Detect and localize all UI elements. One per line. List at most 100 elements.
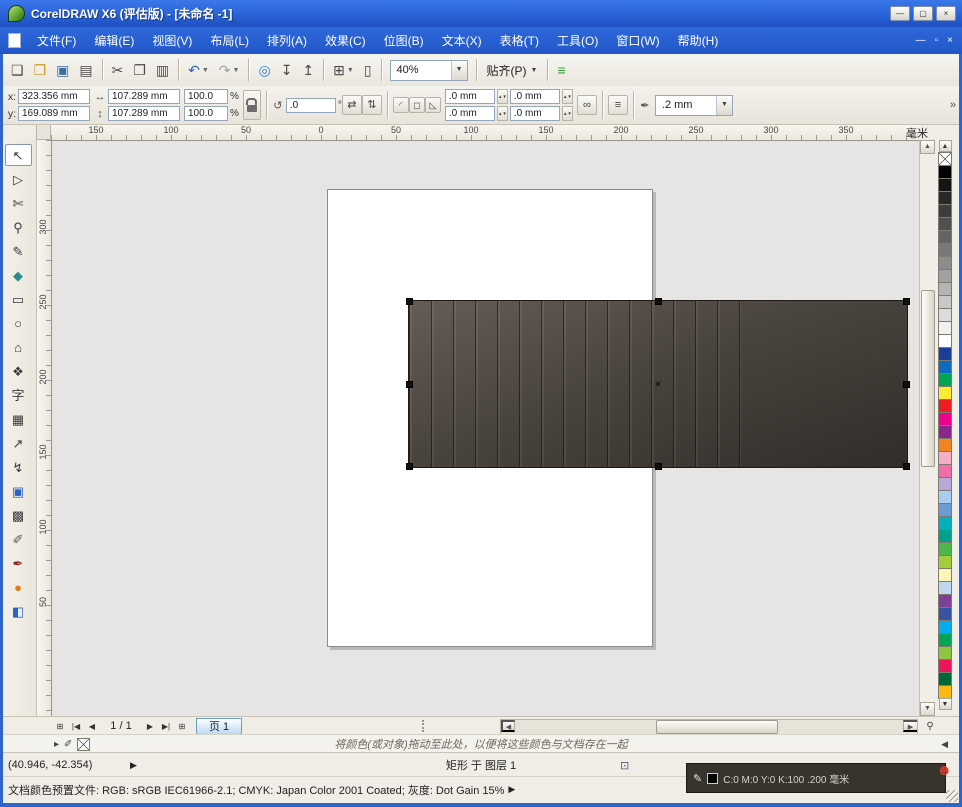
color-swatch-1[interactable] bbox=[938, 165, 952, 179]
menu-item-3[interactable]: 视图(V) bbox=[143, 27, 201, 54]
color-swatch-21[interactable] bbox=[938, 425, 952, 439]
menu-item-12[interactable]: 帮助(H) bbox=[669, 27, 728, 54]
minimize-button[interactable]: — bbox=[890, 6, 910, 21]
overflow-chevron-icon[interactable]: » bbox=[950, 99, 956, 111]
object-height-field[interactable]: 107.289 mm bbox=[108, 106, 180, 121]
interactive-fill-tool-icon[interactable]: ◧ bbox=[5, 600, 32, 622]
scroll-right-icon[interactable]: ▶ bbox=[903, 720, 917, 732]
color-swatch-32[interactable] bbox=[938, 568, 952, 582]
no-color-swatch[interactable] bbox=[938, 152, 952, 166]
zoom-levels-combobox[interactable]: 40% ▼ bbox=[390, 60, 468, 81]
new-document-button[interactable]: ❏ bbox=[7, 58, 28, 82]
menu-item-11[interactable]: 窗口(W) bbox=[607, 27, 668, 54]
menu-item-1[interactable]: 文件(F) bbox=[28, 27, 85, 54]
color-swatch-4[interactable] bbox=[938, 204, 952, 218]
import-button[interactable]: ↧ bbox=[277, 58, 297, 82]
application-launcher-button[interactable]: ⊞▼ bbox=[329, 58, 358, 82]
ellipse-tool-icon[interactable]: ○ bbox=[5, 312, 32, 334]
fill-tool-icon[interactable]: ● bbox=[5, 576, 32, 598]
color-swatch-3[interactable] bbox=[938, 191, 952, 205]
color-swatch-19[interactable] bbox=[938, 399, 952, 413]
undo-button[interactable]: ↶▼ bbox=[184, 58, 213, 82]
chamfered-corner-button[interactable]: ◺ bbox=[425, 97, 441, 113]
rectangle-tool-icon[interactable]: ▭ bbox=[5, 288, 32, 310]
pick-tool-icon[interactable]: ↖ bbox=[5, 144, 32, 166]
color-swatch-35[interactable] bbox=[938, 607, 952, 621]
mirror-horizontal-button[interactable]: ⇄ bbox=[342, 95, 362, 115]
scroll-down-icon[interactable]: ▼ bbox=[920, 702, 935, 716]
page-tab[interactable]: 页 1 bbox=[196, 718, 242, 735]
export-button[interactable]: ↥ bbox=[298, 58, 318, 82]
transparency-tool-icon[interactable]: ▩ bbox=[5, 504, 32, 526]
copy-button[interactable]: ❐ bbox=[129, 58, 150, 82]
selection-handle[interactable] bbox=[406, 463, 413, 470]
color-swatch-36[interactable] bbox=[938, 620, 952, 634]
corner-radius-top-left-field[interactable]: .0 mm bbox=[445, 89, 495, 104]
spinner-icon[interactable]: ▲▼ bbox=[497, 89, 508, 104]
spinner-icon[interactable]: ▲▼ bbox=[562, 106, 573, 121]
corner-radius-top-right-field[interactable]: .0 mm bbox=[510, 89, 560, 104]
selected-rectangle-object[interactable]: × bbox=[408, 300, 908, 468]
title-bar[interactable]: CorelDRAW X6 (评估版) - [未命名 -1] — ▢ × bbox=[0, 0, 962, 27]
color-swatch-20[interactable] bbox=[938, 412, 952, 426]
save-button[interactable]: ▣ bbox=[52, 58, 73, 82]
chevron-down-icon[interactable]: ▼ bbox=[202, 67, 209, 74]
color-swatch-18[interactable] bbox=[938, 386, 952, 400]
color-swatch-40[interactable] bbox=[938, 672, 952, 686]
scroll-up-icon[interactable]: ▲ bbox=[920, 140, 935, 154]
first-page-button[interactable]: |◀ bbox=[68, 719, 84, 733]
color-swatch-13[interactable] bbox=[938, 321, 952, 335]
splitter-handle[interactable] bbox=[422, 720, 428, 732]
basic-shapes-tool-icon[interactable]: ❖ bbox=[5, 360, 32, 382]
freehand-tool-icon[interactable]: ✎ bbox=[5, 240, 32, 262]
color-swatch-16[interactable] bbox=[938, 360, 952, 374]
selection-handle[interactable] bbox=[903, 381, 910, 388]
navigator-zoom-icon[interactable]: ⚲ bbox=[922, 719, 938, 733]
scale-horizontal-field[interactable]: 100.0 bbox=[184, 89, 228, 104]
scroll-left-icon[interactable]: ◀ bbox=[501, 720, 515, 732]
color-swatch-29[interactable] bbox=[938, 529, 952, 543]
color-swatch-6[interactable] bbox=[938, 230, 952, 244]
color-swatch-22[interactable] bbox=[938, 438, 952, 452]
spinner-icon[interactable]: ▲▼ bbox=[497, 106, 508, 121]
document-minimize-icon[interactable]: — bbox=[916, 35, 926, 46]
previous-page-button[interactable]: ◀ bbox=[84, 719, 100, 733]
color-swatch-5[interactable] bbox=[938, 217, 952, 231]
next-page-button[interactable]: ▶ bbox=[142, 719, 158, 733]
chevron-down-icon[interactable]: ▼ bbox=[716, 96, 732, 115]
horizontal-scrollbar-thumb[interactable] bbox=[656, 720, 778, 734]
corner-radius-bottom-left-field[interactable]: .0 mm bbox=[445, 106, 495, 121]
menu-item-10[interactable]: 工具(O) bbox=[548, 27, 607, 54]
spinner-icon[interactable]: ▲▼ bbox=[562, 89, 573, 104]
document-close-icon[interactable]: × bbox=[947, 35, 953, 46]
selection-center-mark[interactable]: × bbox=[654, 377, 661, 391]
table-tool-icon[interactable]: ▦ bbox=[5, 408, 32, 430]
color-swatch-39[interactable] bbox=[938, 659, 952, 673]
color-swatch-33[interactable] bbox=[938, 581, 952, 595]
chevron-down-icon[interactable]: ▼ bbox=[451, 61, 467, 80]
search-content-button[interactable]: ◎ bbox=[254, 58, 274, 82]
dimension-tool-icon[interactable]: ↗ bbox=[5, 432, 32, 454]
ruler-origin-corner[interactable] bbox=[36, 124, 51, 140]
color-swatch-17[interactable] bbox=[938, 373, 952, 387]
outline-pen-tool-icon[interactable]: ✒ bbox=[5, 552, 32, 574]
horizontal-scrollbar[interactable]: ◀ ▶ bbox=[500, 719, 918, 735]
options-button[interactable]: ≡ bbox=[553, 58, 569, 82]
selection-handle[interactable] bbox=[655, 463, 662, 470]
color-swatch-23[interactable] bbox=[938, 451, 952, 465]
palette-scroll-up-icon[interactable]: ▲ bbox=[939, 140, 952, 152]
round-corner-button[interactable]: ◜ bbox=[393, 97, 409, 113]
wrap-text-button[interactable]: ≡ bbox=[608, 95, 628, 115]
color-swatch-7[interactable] bbox=[938, 243, 952, 257]
paste-button[interactable]: ▥ bbox=[152, 58, 173, 82]
redo-button[interactable]: ↷▼ bbox=[215, 58, 244, 82]
angle-of-rotation-field[interactable]: .0 bbox=[286, 98, 336, 113]
cut-button[interactable]: ✂ bbox=[108, 58, 128, 82]
text-tool-icon[interactable]: 字 bbox=[5, 384, 32, 406]
menu-item-2[interactable]: 编辑(E) bbox=[85, 27, 143, 54]
resize-grip[interactable] bbox=[946, 790, 958, 802]
color-swatch-12[interactable] bbox=[938, 308, 952, 322]
open-button[interactable]: ❒ bbox=[30, 58, 51, 82]
print-button[interactable]: ▤ bbox=[75, 58, 96, 82]
color-swatch-25[interactable] bbox=[938, 477, 952, 491]
